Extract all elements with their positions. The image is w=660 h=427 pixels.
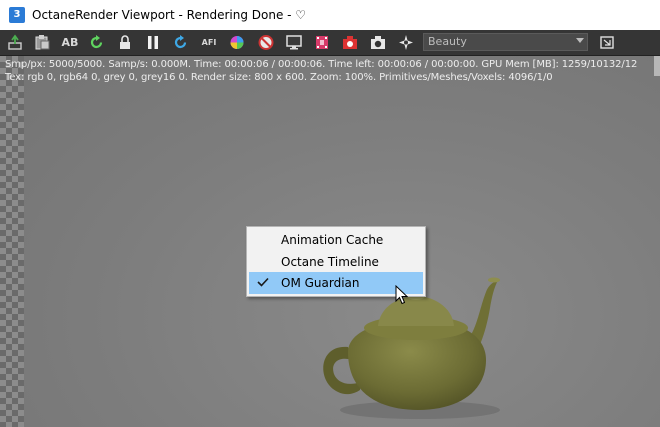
restart-render-icon[interactable] [88, 34, 106, 51]
menu-item-animation-cache[interactable]: Animation Cache [249, 229, 423, 251]
menu-item-label: OM Guardian [281, 276, 360, 290]
title-bar: 3 OctaneRender Viewport - Rendering Done… [0, 0, 660, 30]
window-title: OctaneRender Viewport - Rendering Done -… [32, 8, 307, 22]
region-icon[interactable] [598, 34, 616, 51]
menu-item-octane-timeline[interactable]: Octane Timeline [249, 251, 423, 273]
lock-icon[interactable] [116, 34, 134, 51]
aperture-icon[interactable]: AFI [199, 34, 219, 51]
chevron-down-icon [576, 38, 584, 43]
render-pass-value: Beauty [428, 35, 467, 48]
menu-item-label: Animation Cache [281, 233, 384, 247]
cancel-icon[interactable] [257, 34, 275, 51]
camera-icon[interactable] [369, 34, 387, 51]
mouse-cursor-icon [395, 285, 408, 305]
settings-star-icon[interactable] [397, 34, 415, 51]
camera-red-icon[interactable] [341, 34, 359, 51]
viewport-edge-strip [654, 56, 660, 76]
film-icon[interactable] [313, 34, 331, 51]
checkmark-icon [257, 277, 269, 287]
render-stats-line-2: Tex: rgb 0, rgb64 0, grey 0, grey16 0. R… [5, 72, 553, 83]
pause-icon[interactable] [144, 34, 162, 51]
render-viewport[interactable]: Smp/px: 5000/5000. Samp/s: 0.000M. Time:… [0, 56, 660, 427]
menu-item-label: Octane Timeline [281, 255, 379, 269]
transparency-checkerboard [0, 56, 24, 427]
app-icon: 3 [9, 7, 25, 23]
viewport-toolbar: AB AFI Beauty [0, 30, 660, 56]
monitor-icon[interactable] [285, 34, 303, 51]
render-pass-select[interactable]: Beauty [423, 33, 588, 51]
refresh-icon[interactable] [172, 34, 190, 51]
export-icon[interactable] [6, 34, 24, 51]
ab-compare-icon[interactable]: AB [59, 34, 81, 51]
clipboard-icon[interactable] [33, 34, 51, 51]
color-wheel-icon[interactable] [228, 34, 246, 51]
render-stats-line-1: Smp/px: 5000/5000. Samp/s: 0.000M. Time:… [5, 59, 638, 70]
